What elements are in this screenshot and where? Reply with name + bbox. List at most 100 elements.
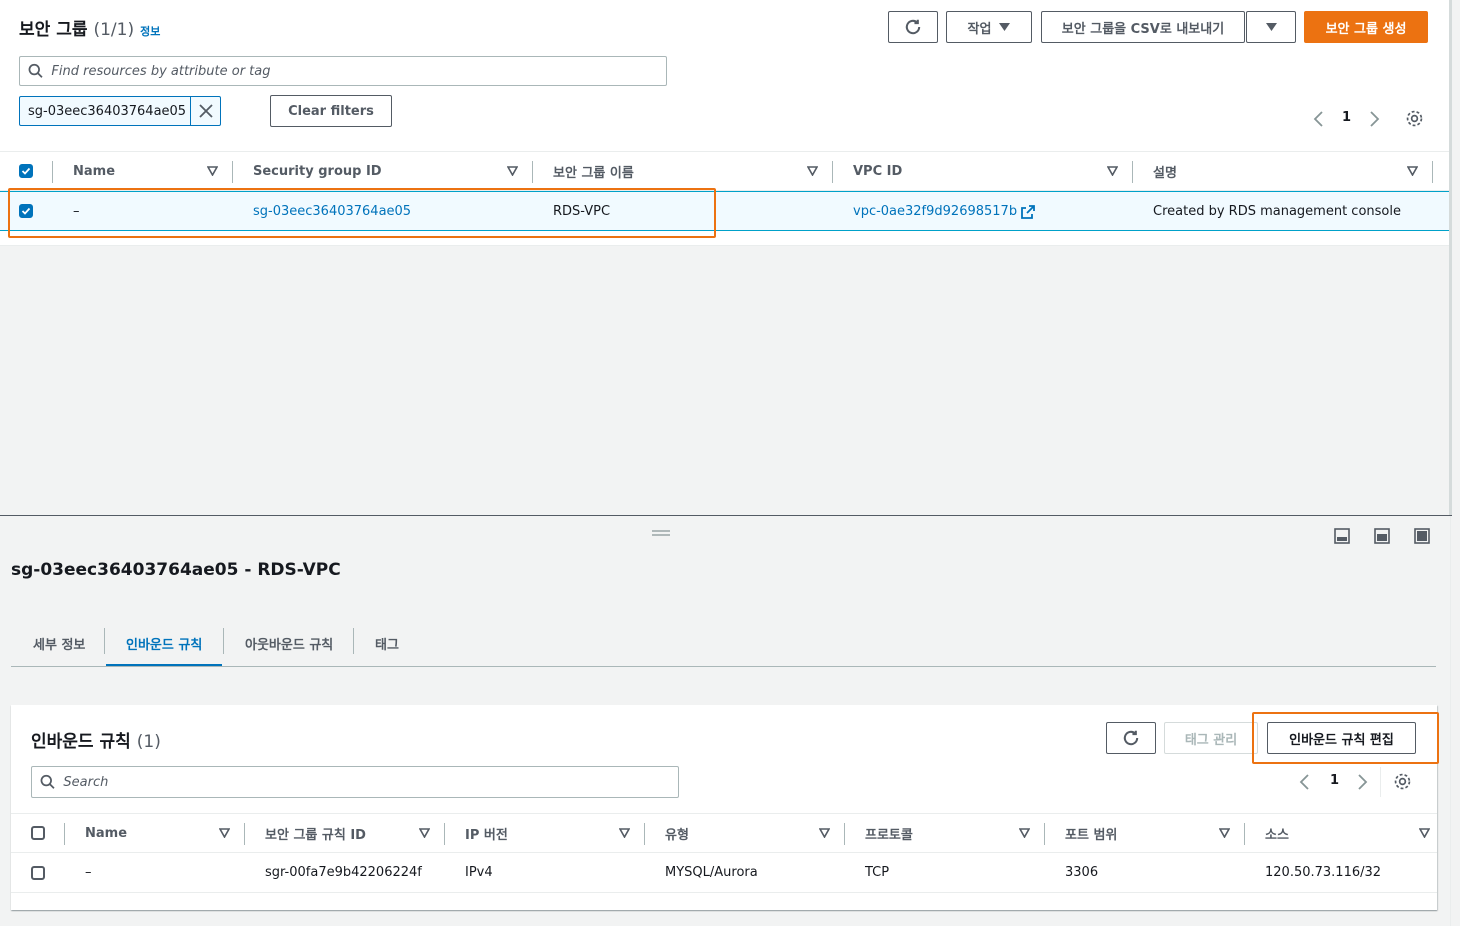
column-divider — [232, 161, 233, 183]
resource-search[interactable] — [19, 56, 667, 86]
rules-search[interactable] — [31, 766, 679, 798]
column-header-type[interactable]: 유형 — [665, 814, 689, 852]
highlight-box — [1252, 712, 1439, 764]
refresh-icon — [1123, 730, 1139, 746]
refresh-button[interactable] — [1106, 722, 1156, 754]
sort-icon[interactable] — [1019, 828, 1030, 838]
actions-button[interactable]: 작업 — [946, 11, 1032, 43]
pager-divider — [1380, 767, 1381, 797]
external-link-icon — [1021, 204, 1035, 219]
cell-rule-id: sgr-00fa7e9b42206224f — [265, 865, 422, 880]
search-icon — [40, 774, 55, 789]
sort-icon[interactable] — [219, 828, 230, 838]
create-security-group-button[interactable]: 보안 그룹 생성 — [1304, 11, 1428, 43]
column-header-port-range[interactable]: 포트 범위 — [1065, 814, 1117, 852]
sort-icon[interactable] — [1419, 828, 1430, 838]
prev-page-button[interactable] — [1298, 773, 1312, 791]
info-link[interactable]: 정보 — [140, 23, 160, 39]
panel-full-icon — [1414, 528, 1430, 544]
clear-filters-label: Clear filters — [288, 103, 374, 119]
cell-source: 120.50.73.116/32 — [1265, 865, 1382, 880]
column-divider — [52, 161, 53, 183]
layout-bottom-button[interactable] — [1334, 528, 1350, 544]
column-header-source[interactable]: 소스 — [1265, 814, 1289, 852]
panel-splitter[interactable] — [0, 515, 1452, 516]
row-checkbox[interactable] — [31, 866, 45, 880]
column-divider — [832, 161, 833, 183]
sort-icon[interactable] — [619, 828, 630, 838]
filter-token-label: sg-03eec36403764ae05 — [28, 103, 187, 119]
rules-table-header: Name 보안 그룹 규칙 ID IP 버전 유형 프로토콜 포트 범위 소스 — [11, 813, 1437, 853]
detail-title: sg-03eec36403764ae05 - RDS-VPC — [11, 560, 341, 580]
column-divider — [844, 823, 845, 845]
panel-bottom-icon — [1334, 528, 1350, 544]
table-row[interactable]: – sgr-00fa7e9b42206224f IPv4 MYSQL/Auror… — [11, 853, 1437, 893]
sort-icon[interactable] — [819, 828, 830, 838]
gear-icon — [1406, 110, 1423, 127]
select-all-checkbox[interactable] — [31, 814, 45, 852]
layout-full-button[interactable] — [1414, 528, 1430, 544]
scrollbar[interactable] — [1449, 0, 1452, 515]
chevron-right-icon — [1370, 111, 1380, 127]
column-header-name[interactable]: Name — [73, 152, 115, 190]
refresh-button[interactable] — [888, 11, 938, 43]
column-header-sg-name[interactable]: 보안 그룹 이름 — [553, 152, 634, 190]
refresh-icon — [905, 19, 921, 35]
preferences-button[interactable] — [1405, 109, 1424, 128]
tab-inbound-rules[interactable]: 인바운드 규칙 — [126, 620, 202, 666]
cell-name: – — [85, 865, 92, 880]
tab-details[interactable]: 세부 정보 — [33, 620, 85, 666]
export-dropdown-button[interactable] — [1246, 11, 1296, 43]
scrollbar[interactable] — [1450, 516, 1460, 926]
drag-handle[interactable] — [652, 530, 670, 536]
column-header-rule-id[interactable]: 보안 그룹 규칙 ID — [265, 814, 366, 852]
resource-search-input[interactable] — [51, 63, 666, 79]
sort-icon[interactable] — [1407, 166, 1418, 176]
sort-icon[interactable] — [419, 828, 430, 838]
security-groups-header: 보안 그룹 (1/1) 정보 — [19, 15, 160, 40]
column-header-sg-id[interactable]: Security group ID — [253, 152, 382, 190]
caret-down-icon — [999, 23, 1011, 31]
sg-table-header: Name Security group ID 보안 그룹 이름 VPC ID 설… — [0, 151, 1449, 191]
column-divider — [444, 823, 445, 845]
column-header-name[interactable]: Name — [85, 814, 127, 852]
layout-split-button[interactable] — [1374, 528, 1390, 544]
export-csv-button[interactable]: 보안 그룹을 CSV로 내보내기 — [1041, 11, 1245, 43]
page-number[interactable]: 1 — [1330, 773, 1339, 788]
cell-vpc-id-link[interactable]: vpc-0ae32f9d92698517b — [853, 204, 1035, 219]
gear-icon — [1394, 773, 1411, 790]
chevron-right-icon — [1358, 774, 1368, 790]
inbound-title: 인바운드 규칙 — [31, 732, 131, 752]
column-header-ip-version[interactable]: IP 버전 — [465, 814, 508, 852]
export-csv-label: 보안 그룹을 CSV로 내보내기 — [1061, 21, 1225, 37]
rules-search-input[interactable] — [63, 774, 678, 790]
column-header-description[interactable]: 설명 — [1153, 152, 1177, 190]
sort-icon[interactable] — [207, 166, 218, 176]
tab-divider — [223, 628, 224, 654]
manage-tags-label: 태그 관리 — [1184, 732, 1238, 748]
clear-filters-button[interactable]: Clear filters — [270, 95, 392, 127]
sort-icon[interactable] — [1107, 166, 1118, 176]
chevron-left-icon — [1299, 774, 1309, 790]
inbound-count: (1) — [136, 732, 161, 752]
remove-filter-button[interactable] — [190, 97, 220, 125]
caret-down-icon — [1265, 23, 1277, 31]
next-page-button[interactable] — [1367, 110, 1381, 128]
tab-outbound-rules[interactable]: 아웃바운드 규칙 — [245, 620, 333, 666]
tab-tags[interactable]: 태그 — [375, 620, 399, 666]
select-all-checkbox[interactable] — [19, 152, 33, 190]
column-divider — [64, 823, 65, 845]
column-header-protocol[interactable]: 프로토콜 — [865, 814, 913, 852]
sort-icon[interactable] — [507, 166, 518, 176]
preferences-button[interactable] — [1393, 772, 1412, 791]
actions-label: 작업 — [967, 21, 992, 37]
manage-tags-button[interactable]: 태그 관리 — [1164, 722, 1258, 754]
next-page-button[interactable] — [1355, 773, 1369, 791]
sort-icon[interactable] — [1219, 828, 1230, 838]
column-divider — [1132, 161, 1133, 183]
sort-icon[interactable] — [807, 166, 818, 176]
prev-page-button[interactable] — [1312, 110, 1326, 128]
cell-port-range: 3306 — [1065, 865, 1099, 880]
page-number[interactable]: 1 — [1342, 110, 1351, 125]
column-header-vpc-id[interactable]: VPC ID — [853, 152, 902, 190]
